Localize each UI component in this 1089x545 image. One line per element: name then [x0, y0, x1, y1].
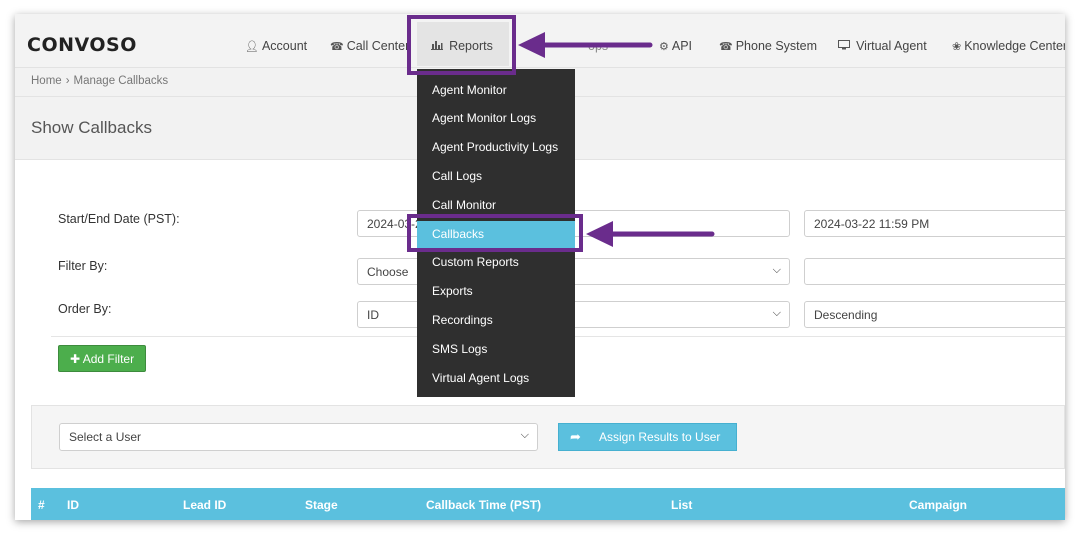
callbacks-arrow-head: [586, 221, 613, 247]
reports-arrow-head: [518, 32, 545, 58]
annotation-arrows: [518, 32, 715, 247]
